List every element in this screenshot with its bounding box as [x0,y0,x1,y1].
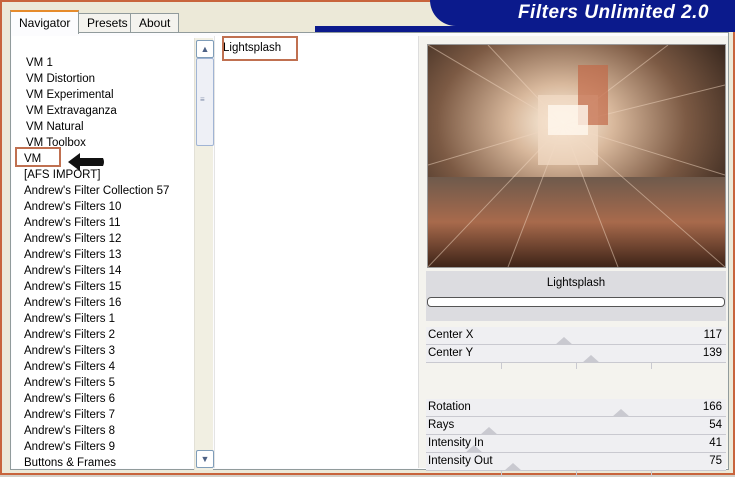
param-value: 41 [709,437,722,449]
slider-knob[interactable] [504,463,522,471]
category-item[interactable]: Andrew's Filters 13 [24,247,121,263]
slider-tick [576,471,577,477]
tab-navigator[interactable]: Navigator [10,10,80,34]
param-value: 75 [709,455,722,467]
slider-tick [501,363,502,369]
category-item[interactable]: VM Extravaganza [26,103,117,119]
slider-knob[interactable] [612,409,630,417]
category-item[interactable]: Andrew's Filters 16 [24,295,121,311]
param-value: 166 [702,401,722,413]
filter-list: Lightsplash [214,36,419,468]
category-item[interactable]: VM Experimental [26,87,114,103]
category-item[interactable]: Andrew's Filters 10 [24,199,121,215]
param-slider[interactable]: Rays 54 [426,417,726,441]
app-title: Filters Unlimited 2.0 [517,2,709,23]
scroll-down-button[interactable]: ▼ [196,450,214,468]
pointer-arrow-icon [68,153,104,171]
param-value: 54 [709,419,722,431]
category-item[interactable]: VM Natural [26,119,84,135]
slider-tick [576,363,577,369]
category-item[interactable]: Andrew's Filters 15 [24,279,121,295]
slider-tick [501,471,502,477]
slider-knob[interactable] [555,337,573,345]
category-item[interactable]: Andrew's Filters 12 [24,231,121,247]
filter-highlight-box [222,36,298,61]
param-value: 139 [702,347,722,359]
scroll-up-button[interactable]: ▲ [196,40,214,58]
category-item[interactable]: Andrew's Filters 11 [24,215,121,231]
param-slider[interactable]: Rotation 166 [426,399,726,423]
param-name: Rays [428,419,455,431]
param-name: Intensity Out [428,455,493,467]
tab-about[interactable]: About [130,13,180,32]
category-item[interactable]: Buttons & Frames [24,455,116,468]
title-banner: Filters Unlimited 2.0 [430,0,735,26]
slider-knob[interactable] [582,355,600,363]
param-slider[interactable]: Intensity In 41 [426,435,726,459]
category-item[interactable]: VM 1 [26,55,53,71]
slider-knob[interactable] [480,427,498,435]
category-scrollbar[interactable]: ▲ ≡ ▼ [194,38,214,470]
category-highlight-box [15,147,61,167]
category-item[interactable]: Andrew's Filters 7 [24,407,115,423]
param-name: Center X [428,329,474,341]
slider-tick [651,363,652,369]
grip-icon: ≡ [200,95,205,104]
category-item[interactable]: Andrew's Filters 5 [24,375,115,391]
category-item[interactable]: Andrew's Filter Collection 57 [24,183,169,199]
category-item[interactable]: Andrew's Filters 2 [24,327,115,343]
param-spacer [426,382,726,399]
progress-bar [427,297,725,307]
filter-name-header: Lightsplash [426,271,726,321]
filter-name-label: Lightsplash [546,277,606,289]
category-item[interactable]: VM Distortion [26,71,95,87]
param-slider[interactable]: Center Y 139 [426,345,726,369]
category-item[interactable]: Andrew's Filters 9 [24,439,115,455]
param-name: Center Y [428,347,474,359]
param-slider[interactable]: Center X 117 [426,327,726,351]
tab-label: Presets [87,16,128,30]
param-value: 117 [703,329,722,341]
category-item[interactable]: Andrew's Filters 6 [24,391,115,407]
slider-knob[interactable] [465,445,483,453]
param-name: Rotation [428,401,471,413]
preview-render [428,45,725,267]
category-item[interactable]: Andrew's Filters 4 [24,359,115,375]
param-slider[interactable]: Intensity Out 75 [426,453,726,477]
preview-image [427,44,726,268]
tab-presets[interactable]: Presets [78,13,137,32]
tab-label: About [139,16,171,30]
slider-tick [651,471,652,477]
tab-label: Navigator [19,16,71,30]
category-list: VM 1 VM Distortion VM Experimental VM Extra… [12,36,194,468]
category-item[interactable]: Andrew's Filters 3 [24,343,115,359]
category-item[interactable]: Andrew's Filters 8 [24,423,115,439]
category-item[interactable]: Andrew's Filters 1 [24,311,115,327]
scroll-thumb[interactable] [196,58,214,146]
category-item[interactable]: Andrew's Filters 14 [24,263,121,279]
